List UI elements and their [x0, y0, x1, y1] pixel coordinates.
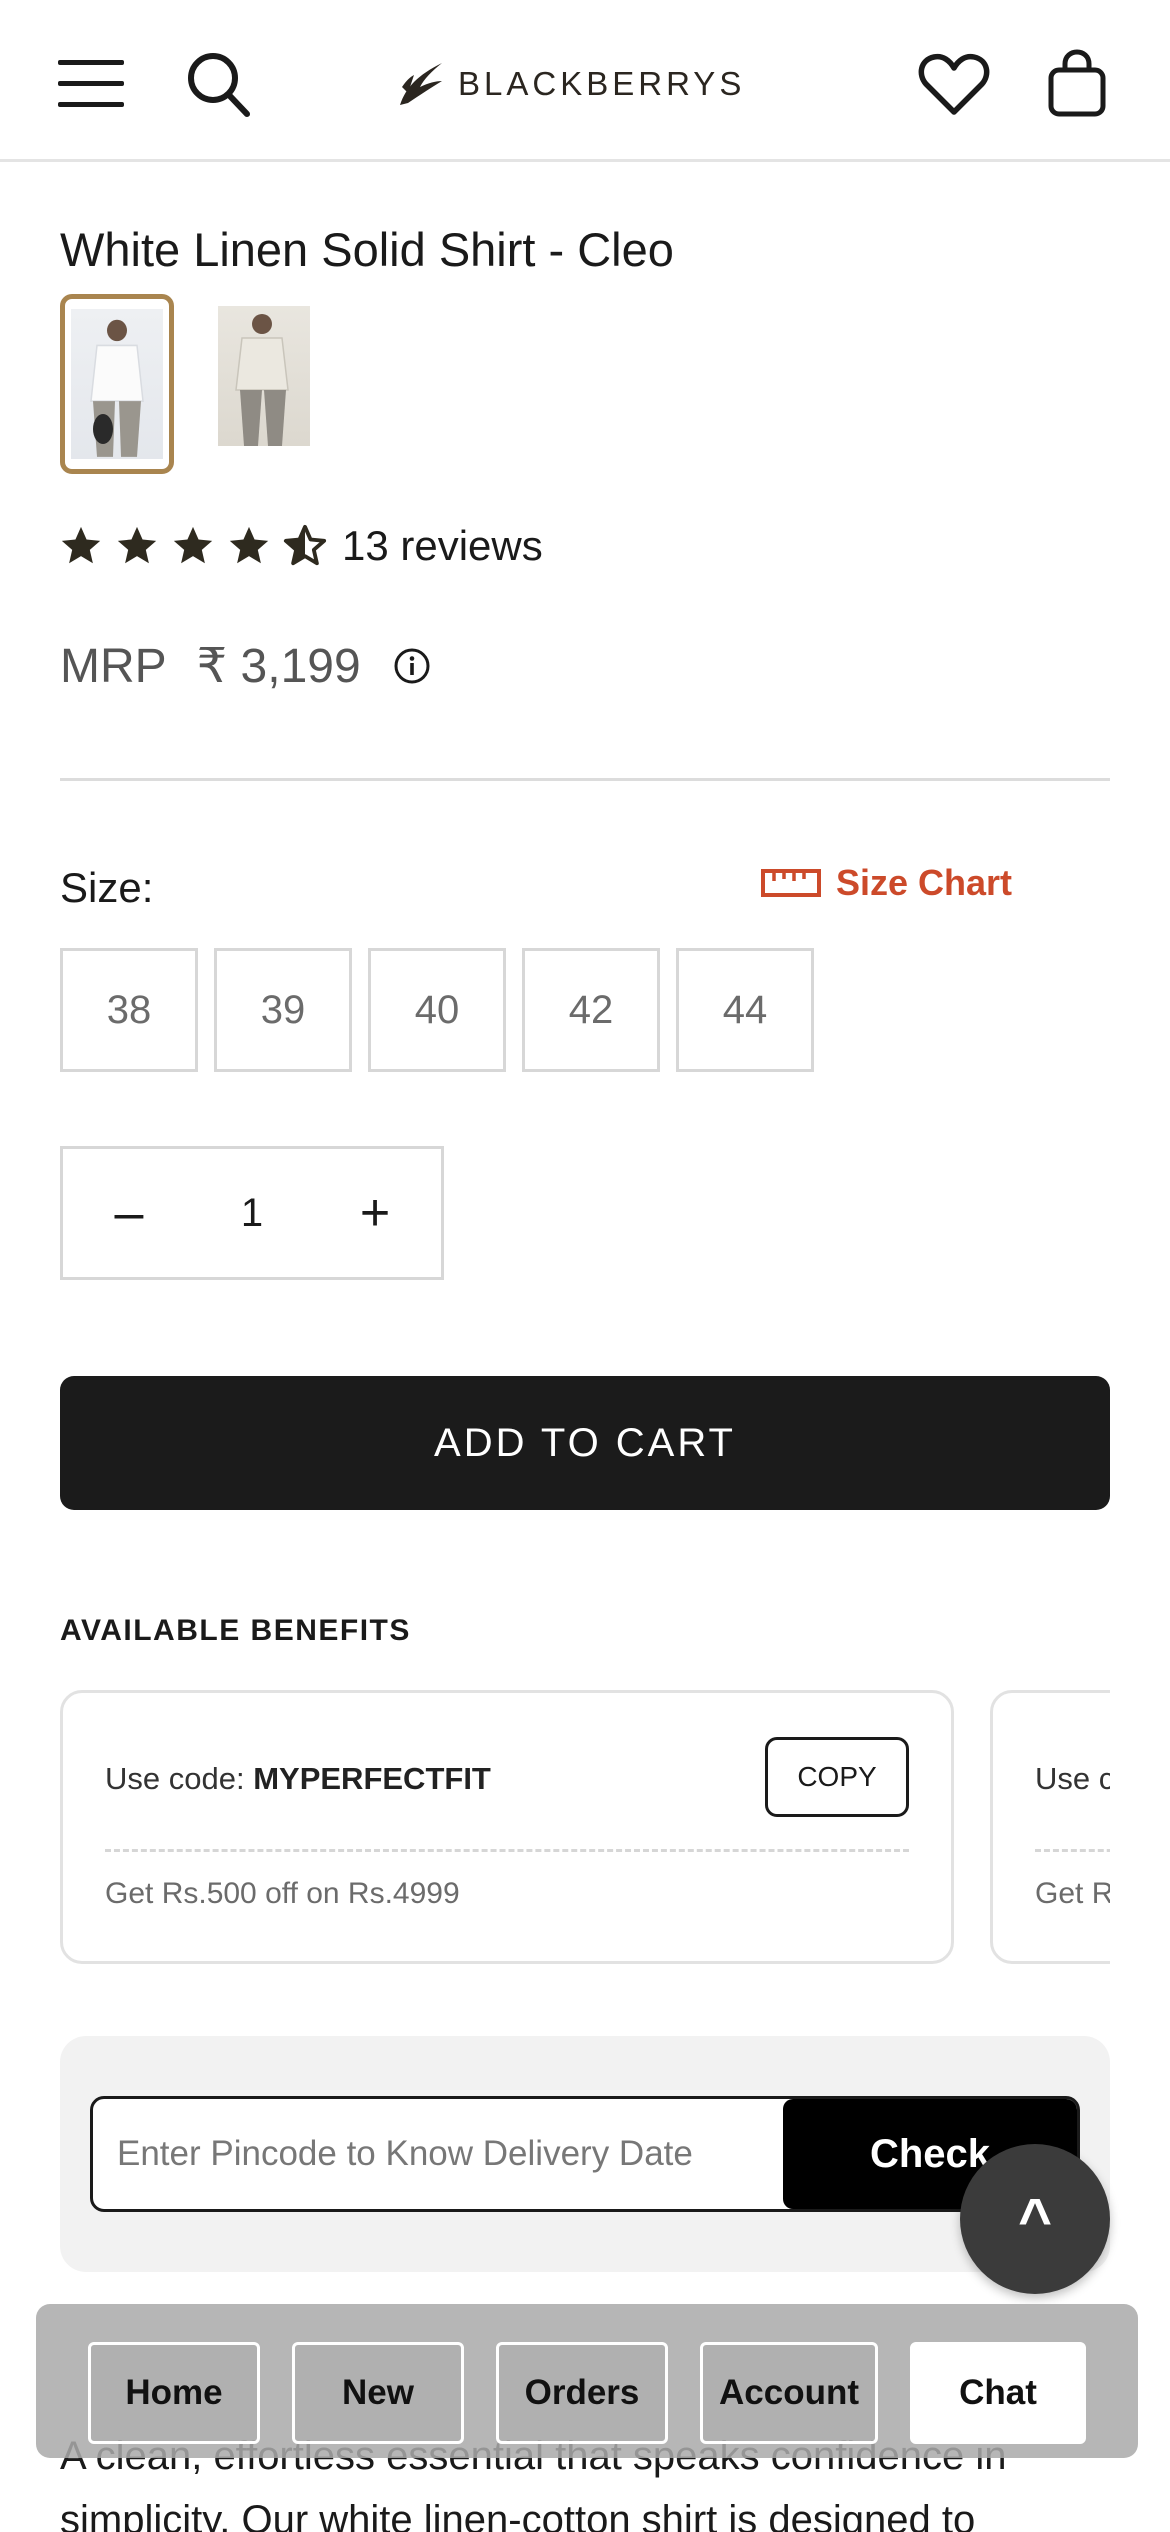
pincode-section: Check: [60, 2036, 1110, 2272]
size-option-39[interactable]: 39: [214, 948, 352, 1072]
info-icon[interactable]: [393, 647, 431, 685]
nav-orders[interactable]: Orders: [496, 2342, 668, 2444]
leaf-logo-icon: [400, 63, 442, 105]
nav-chat[interactable]: Chat: [910, 2342, 1086, 2444]
product-thumbnail[interactable]: [218, 306, 310, 446]
pincode-field: Check: [90, 2096, 1080, 2212]
size-chart-link[interactable]: Size Chart: [760, 862, 1012, 904]
quantity-value[interactable]: 1: [241, 1191, 263, 1236]
quantity-decrease-button[interactable]: –: [109, 1187, 149, 1239]
quantity-increase-button[interactable]: +: [355, 1187, 395, 1239]
dashed-divider: [1035, 1849, 1110, 1852]
review-count[interactable]: 13 reviews: [342, 522, 543, 570]
size-option-42[interactable]: 42: [522, 948, 660, 1072]
scroll-to-top-button[interactable]: ^: [960, 2144, 1110, 2294]
section-divider: [60, 778, 1110, 781]
product-title: White Linen Solid Shirt - Cleo: [60, 223, 674, 276]
star-icon: [229, 526, 269, 564]
star-rating: [58, 523, 328, 569]
nav-home[interactable]: Home: [88, 2342, 260, 2444]
product-rating[interactable]: 13 reviews: [58, 522, 543, 570]
top-header: BLACKBERRYS: [0, 0, 1170, 162]
coupon-code: MYPERFECTFIT: [253, 1761, 491, 1796]
menu-icon[interactable]: [58, 60, 126, 108]
benefits-carousel[interactable]: Use code: MYPERFECTFIT COPY Get Rs.500 o…: [60, 1690, 1110, 1964]
bottom-nav: Home New Orders Account Chat: [36, 2304, 1138, 2458]
coupon-prefix: Use code:: [105, 1761, 254, 1796]
bag-icon[interactable]: [1046, 48, 1108, 118]
product-thumbnail-selected[interactable]: [60, 294, 174, 474]
benefit-card: Use code: MYPERFECTFIT COPY Get Rs.500 o…: [60, 1690, 954, 1964]
ruler-icon: [761, 869, 821, 897]
size-option-44[interactable]: 44: [676, 948, 814, 1072]
product-photo-front: [71, 309, 163, 459]
nav-new[interactable]: New: [292, 2342, 464, 2444]
benefit-description: Get R: [1035, 1877, 1110, 1910]
dashed-divider: [105, 1849, 909, 1852]
product-photo-side: [218, 306, 310, 446]
price-value: ₹ 3,199: [196, 640, 361, 693]
star-icon: [173, 526, 213, 564]
star-icon: [61, 526, 101, 564]
coupon-code-line: Use c: [1035, 1761, 1110, 1796]
nav-account[interactable]: Account: [700, 2342, 878, 2444]
brand-name: BLACKBERRYS: [458, 65, 746, 102]
quantity-stepper: – 1 +: [60, 1146, 444, 1280]
mrp-label: MRP: [60, 639, 167, 693]
star-half-icon: [283, 524, 327, 566]
size-label: Size:: [60, 864, 154, 911]
star-icon: [117, 526, 157, 564]
size-chart-label: Size Chart: [836, 862, 1013, 903]
size-option-40[interactable]: 40: [368, 948, 506, 1072]
copy-code-button[interactable]: COPY: [765, 1737, 909, 1817]
pincode-input[interactable]: [117, 2099, 757, 2209]
benefit-description: Get Rs.500 off on Rs.4999: [105, 1877, 460, 1910]
size-options: 38 39 40 42 44: [60, 948, 814, 1072]
size-option-38[interactable]: 38: [60, 948, 198, 1072]
coupon-code-line: Use code: MYPERFECTFIT: [105, 1761, 491, 1797]
brand-logo[interactable]: BLACKBERRYS: [392, 56, 745, 112]
benefits-heading: AVAILABLE BENEFITS: [60, 1614, 411, 1647]
search-icon[interactable]: [185, 50, 251, 118]
add-to-cart-button[interactable]: ADD TO CART: [60, 1376, 1110, 1510]
heart-icon[interactable]: [918, 52, 990, 116]
price-row: MRP ₹ 3,199: [60, 638, 431, 694]
benefit-card: Use c Get R: [990, 1690, 1110, 1964]
